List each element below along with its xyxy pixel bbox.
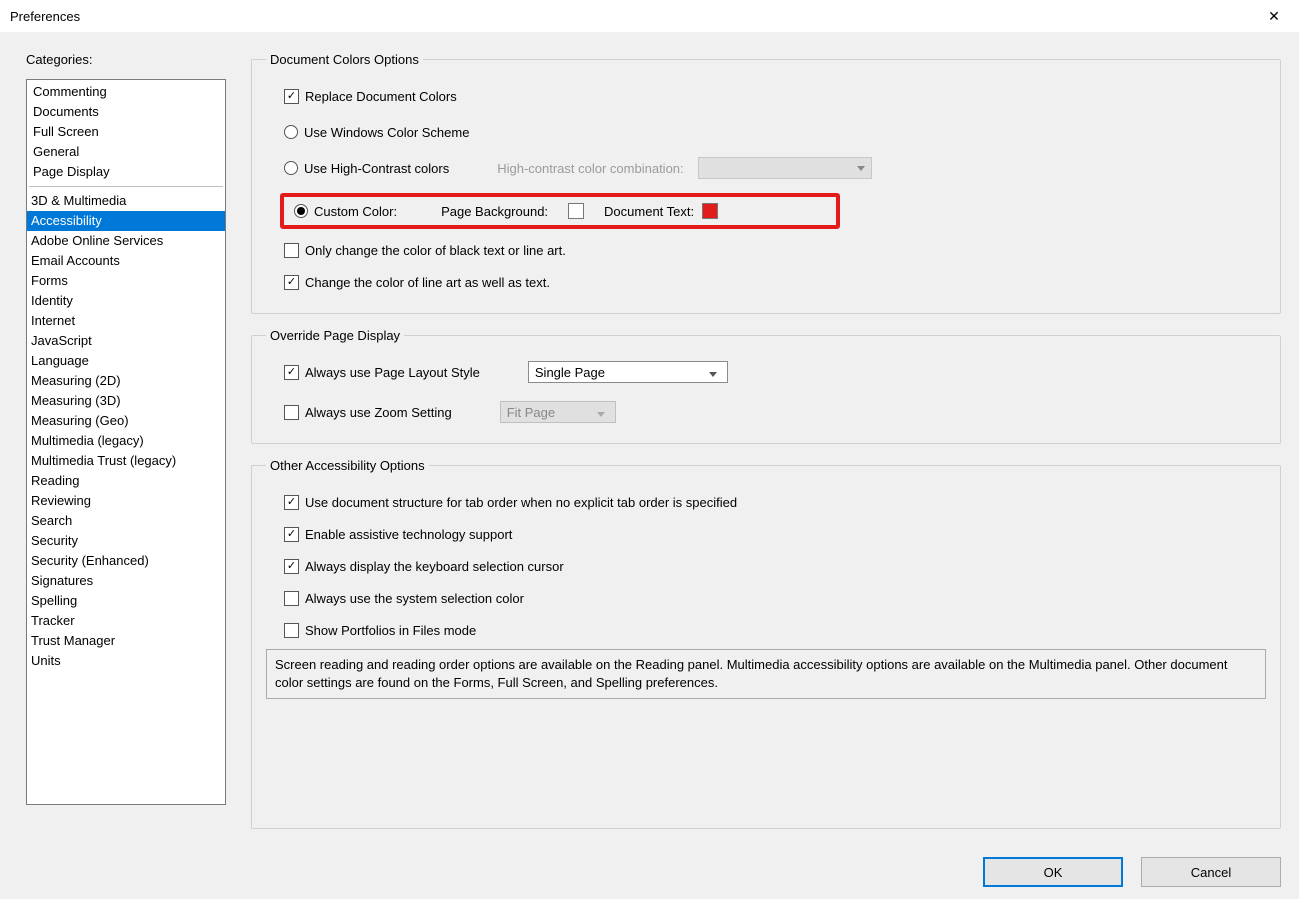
- category-item[interactable]: Accessibility: [27, 211, 225, 231]
- category-item[interactable]: Language: [27, 351, 225, 371]
- category-item[interactable]: Documents: [29, 102, 223, 122]
- custom-color-radio[interactable]: [294, 204, 308, 218]
- system-selection-color-label: Always use the system selection color: [305, 591, 524, 606]
- category-item[interactable]: Measuring (3D): [27, 391, 225, 411]
- use-windows-color-radio[interactable]: [284, 125, 298, 139]
- custom-color-label: Custom Color:: [314, 204, 397, 219]
- window-title: Preferences: [10, 9, 80, 24]
- chevron-down-icon: [703, 365, 723, 380]
- category-item[interactable]: Commenting: [29, 82, 223, 102]
- tab-order-checkbox[interactable]: [284, 495, 299, 510]
- info-text: Screen reading and reading order options…: [266, 649, 1266, 699]
- zoom-combo: Fit Page: [500, 401, 616, 423]
- category-item[interactable]: Identity: [27, 291, 225, 311]
- close-icon[interactable]: ✕: [1259, 0, 1289, 32]
- category-item[interactable]: JavaScript: [27, 331, 225, 351]
- replace-doc-colors-label: Replace Document Colors: [305, 89, 457, 104]
- chevron-down-icon: [857, 166, 865, 171]
- portfolios-files-mode-checkbox[interactable]: [284, 623, 299, 638]
- category-item[interactable]: Full Screen: [29, 122, 223, 142]
- portfolios-files-mode-label: Show Portfolios in Files mode: [305, 623, 476, 638]
- chevron-down-icon: [591, 405, 611, 420]
- always-zoom-label: Always use Zoom Setting: [305, 405, 452, 420]
- category-item[interactable]: Adobe Online Services: [27, 231, 225, 251]
- tab-order-label: Use document structure for tab order whe…: [305, 495, 737, 510]
- category-item[interactable]: Units: [27, 651, 225, 671]
- change-line-art-label: Change the color of line art as well as …: [305, 275, 550, 290]
- category-item[interactable]: Measuring (Geo): [27, 411, 225, 431]
- category-item[interactable]: Trust Manager: [27, 631, 225, 651]
- always-page-layout-checkbox[interactable]: [284, 365, 299, 380]
- keyboard-cursor-label: Always display the keyboard selection cu…: [305, 559, 564, 574]
- page-layout-value: Single Page: [535, 365, 605, 380]
- zoom-value: Fit Page: [507, 405, 555, 420]
- document-colors-group: Document Colors Options Replace Document…: [251, 52, 1281, 314]
- always-zoom-checkbox[interactable]: [284, 405, 299, 420]
- document-colors-legend: Document Colors Options: [266, 52, 423, 67]
- category-item[interactable]: General: [29, 142, 223, 162]
- always-page-layout-label: Always use Page Layout Style: [305, 365, 480, 380]
- assistive-tech-checkbox[interactable]: [284, 527, 299, 542]
- category-item[interactable]: Security (Enhanced): [27, 551, 225, 571]
- category-item[interactable]: Internet: [27, 311, 225, 331]
- category-item[interactable]: Security: [27, 531, 225, 551]
- use-windows-color-label: Use Windows Color Scheme: [304, 125, 469, 140]
- system-selection-color-checkbox[interactable]: [284, 591, 299, 606]
- other-legend: Other Accessibility Options: [266, 458, 429, 473]
- categories-label: Categories:: [26, 52, 226, 67]
- keyboard-cursor-checkbox[interactable]: [284, 559, 299, 574]
- page-background-swatch[interactable]: [568, 203, 584, 219]
- use-high-contrast-radio[interactable]: [284, 161, 298, 175]
- cancel-button[interactable]: Cancel: [1141, 857, 1281, 887]
- page-background-label: Page Background:: [441, 204, 548, 219]
- high-contrast-combo-label: High-contrast color combination:: [497, 161, 683, 176]
- category-item[interactable]: Multimedia Trust (legacy): [27, 451, 225, 471]
- category-item[interactable]: Email Accounts: [27, 251, 225, 271]
- category-item[interactable]: Tracker: [27, 611, 225, 631]
- ok-button[interactable]: OK: [983, 857, 1123, 887]
- category-item[interactable]: Reading: [27, 471, 225, 491]
- category-item[interactable]: Measuring (2D): [27, 371, 225, 391]
- document-text-label: Document Text:: [604, 204, 694, 219]
- category-item[interactable]: 3D & Multimedia: [27, 191, 225, 211]
- assistive-tech-label: Enable assistive technology support: [305, 527, 512, 542]
- other-accessibility-group: Other Accessibility Options Use document…: [251, 458, 1281, 829]
- document-text-swatch[interactable]: [702, 203, 718, 219]
- only-black-text-checkbox[interactable]: [284, 243, 299, 258]
- category-item[interactable]: Reviewing: [27, 491, 225, 511]
- override-legend: Override Page Display: [266, 328, 404, 343]
- only-black-text-label: Only change the color of black text or l…: [305, 243, 566, 258]
- replace-doc-colors-checkbox[interactable]: [284, 89, 299, 104]
- category-item[interactable]: Spelling: [27, 591, 225, 611]
- category-item[interactable]: Signatures: [27, 571, 225, 591]
- categories-list[interactable]: CommentingDocumentsFull ScreenGeneralPag…: [26, 79, 226, 805]
- category-item[interactable]: Forms: [27, 271, 225, 291]
- category-item[interactable]: Page Display: [29, 162, 223, 182]
- high-contrast-combo: [698, 157, 872, 179]
- change-line-art-checkbox[interactable]: [284, 275, 299, 290]
- category-item[interactable]: Multimedia (legacy): [27, 431, 225, 451]
- category-item[interactable]: Search: [27, 511, 225, 531]
- page-layout-combo[interactable]: Single Page: [528, 361, 728, 383]
- override-page-display-group: Override Page Display Always use Page La…: [251, 328, 1281, 444]
- use-high-contrast-label: Use High-Contrast colors: [304, 161, 449, 176]
